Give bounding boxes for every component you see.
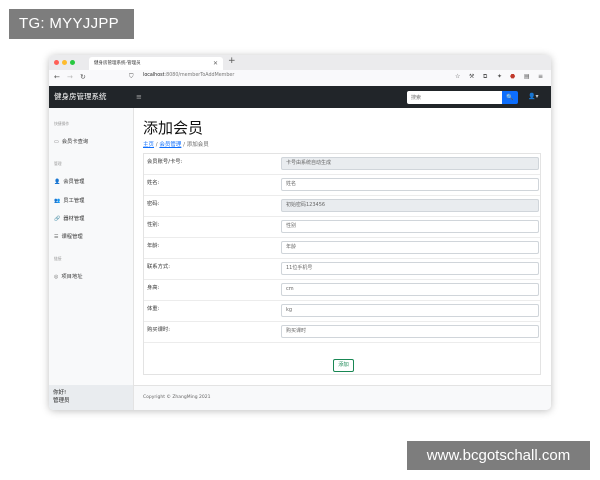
name-label: 姓名:: [147, 180, 160, 186]
add-member-form: 会员账号/卡号: 卡号由系统自动生成 姓名: 姓名 密码: 初始密码123456…: [143, 153, 541, 375]
watermark-bottom-right: www.bcgotschall.com: [407, 441, 590, 470]
password-field: 初始密码123456: [281, 199, 539, 212]
menu-toggle-icon[interactable]: ≡: [136, 86, 142, 108]
form-row-age: 年龄: 年龄: [144, 238, 540, 259]
shield-icon[interactable]: ⛉: [129, 73, 134, 81]
tab-bar: 健身房管理系统-管理员 ✕ +: [49, 55, 551, 70]
age-field[interactable]: 年龄: [281, 241, 539, 254]
sidebar-item-card-query[interactable]: ▭ 会员卡查询: [54, 137, 88, 145]
sidebar-item-courses[interactable]: ☰ 课程管理: [54, 232, 83, 240]
user-role: 管理员: [53, 398, 70, 404]
tools-icon[interactable]: ⚒: [469, 73, 474, 80]
browser-tab-title: 健身房管理系统-管理员: [94, 61, 141, 66]
new-tab-icon[interactable]: +: [228, 56, 236, 66]
form-row-weight: 体重: kg: [144, 301, 540, 322]
gender-label: 性别:: [147, 222, 160, 228]
form-row-gender: 性别: 性别: [144, 217, 540, 238]
weight-label: 体重:: [147, 306, 160, 312]
browser-window: 健身房管理系统-管理员 ✕ + ← → ↻ ⛉ localhost:8080/m…: [49, 55, 551, 410]
rocket-icon[interactable]: ✦: [497, 73, 502, 80]
reload-icon[interactable]: ↻: [80, 73, 86, 81]
ublock-icon[interactable]: ⬣: [510, 73, 515, 80]
greeting-text: 你好!: [53, 390, 67, 396]
form-row-card: 会员账号/卡号: 卡号由系统自动生成: [144, 154, 540, 175]
browser-tab[interactable]: 健身房管理系统-管理员 ✕: [89, 57, 223, 70]
bookmark-star-icon[interactable]: ☆: [455, 73, 460, 80]
breadcrumb-current: 添加会员: [186, 142, 209, 148]
age-label: 年龄:: [147, 243, 160, 249]
breadcrumb-home-link[interactable]: 主页: [143, 142, 154, 148]
card-icon: ▭: [54, 139, 59, 145]
sidebar-heading-links: 链接: [54, 256, 62, 261]
height-label: 身高:: [147, 285, 160, 291]
copyright-text: Copyright © ZhangMing 2021: [143, 395, 211, 400]
page-title: 添加会员: [143, 119, 204, 137]
form-row-height: 身高: cm: [144, 280, 540, 301]
sidebar-footer: 你好! 管理员: [49, 385, 133, 410]
sidebar-item-staff[interactable]: 👥 员工管理: [54, 196, 84, 204]
app-brand[interactable]: 健身房管理系统: [54, 86, 107, 108]
sidebar-heading-quick: 快捷操作: [54, 121, 70, 126]
add-member-button[interactable]: 添加: [333, 359, 354, 372]
sidebar-item-equipment[interactable]: 🔗 器材管理: [54, 214, 84, 222]
main-content: 添加会员 主页 / 会员管理 / 添加会员 会员账号/卡号: 卡号由系统自动生成…: [134, 108, 551, 385]
page-footer: Copyright © ZhangMing 2021: [134, 385, 551, 410]
extension-icon[interactable]: ⧉: [483, 73, 487, 81]
form-row-name: 姓名: 姓名: [144, 175, 540, 196]
phone-field[interactable]: 11位手机号: [281, 262, 539, 275]
close-tab-icon[interactable]: ✕: [213, 57, 218, 70]
name-field[interactable]: 姓名: [281, 178, 539, 191]
classes-label: 购买课时:: [147, 327, 170, 333]
address-host: localhost: [143, 73, 165, 78]
sidebar-heading-manage: 管理: [54, 161, 62, 166]
forward-icon[interactable]: →: [67, 73, 73, 81]
sidebar-toggle-icon[interactable]: ▤: [524, 73, 530, 80]
sidebar-item-members[interactable]: 👤 会员管理: [54, 177, 84, 185]
form-row-password: 密码: 初始密码123456: [144, 196, 540, 217]
classes-field[interactable]: 购买课时: [281, 325, 539, 338]
password-label: 密码:: [147, 201, 160, 207]
equipment-icon: 🔗: [54, 216, 61, 222]
sidebar: 快捷操作 ▭ 会员卡查询 管理 👤 会员管理 👥 员工管理 🔗 器材管理 ☰ 课程管理 链…: [49, 108, 134, 410]
person-icon: 👤: [54, 179, 61, 185]
card-number-label: 会员账号/卡号:: [147, 159, 183, 165]
search-button[interactable]: 🔍: [502, 91, 518, 104]
search-icon: 🔍: [506, 94, 514, 101]
list-icon: ☰: [54, 234, 59, 240]
address-field[interactable]: localhost:8080/memberToAddMember: [143, 73, 234, 78]
zoom-window-dot[interactable]: [70, 60, 75, 65]
breadcrumb-members-link[interactable]: 会员管理: [159, 142, 181, 148]
user-menu-icon[interactable]: 👤▾: [528, 86, 538, 108]
gender-field[interactable]: 性别: [281, 220, 539, 233]
people-icon: 👥: [54, 198, 61, 204]
sidebar-item-project[interactable]: ◎ 项目地址: [54, 272, 83, 280]
back-icon[interactable]: ←: [54, 73, 60, 81]
watermark-top-left: TG: MYYJJPP: [9, 9, 134, 39]
url-bar: ← → ↻ ⛉ localhost:8080/memberToAddMember…: [49, 70, 551, 87]
close-window-dot[interactable]: [54, 60, 59, 65]
breadcrumb: 主页 / 会员管理 / 添加会员: [143, 142, 209, 148]
app-menu-icon[interactable]: ≡: [538, 73, 543, 80]
app-navbar: 健身房管理系统 ≡ 🔍 👤▾: [49, 86, 551, 108]
form-row-classes: 购买课时: 购买课时: [144, 322, 540, 343]
search-input[interactable]: [407, 91, 502, 104]
minimize-window-dot[interactable]: [62, 60, 67, 65]
phone-label: 联系方式:: [147, 264, 170, 270]
address-path: :8080/memberToAddMember: [164, 73, 235, 78]
github-icon: ◎: [54, 274, 59, 280]
weight-field[interactable]: kg: [281, 304, 539, 317]
card-number-field: 卡号由系统自动生成: [281, 157, 539, 170]
form-row-phone: 联系方式: 11位手机号: [144, 259, 540, 280]
height-field[interactable]: cm: [281, 283, 539, 296]
